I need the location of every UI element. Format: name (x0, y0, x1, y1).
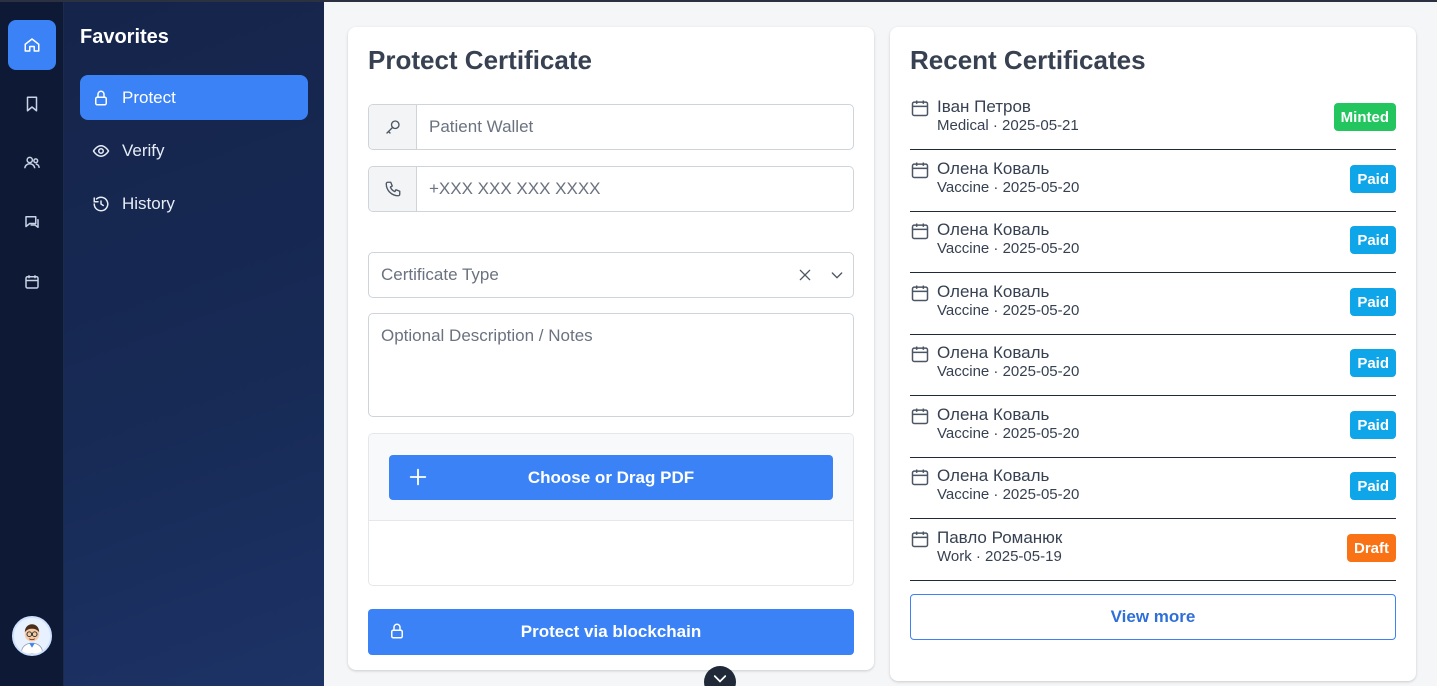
status-badge: Paid (1350, 349, 1396, 377)
calendar-icon (910, 406, 930, 426)
nav-item-protect[interactable]: Protect (80, 75, 308, 120)
patient-wallet-input[interactable] (417, 105, 853, 149)
notes-textarea[interactable] (368, 313, 854, 417)
status-badge: Paid (1350, 288, 1396, 316)
home-icon[interactable] (8, 20, 56, 70)
recent-card-title: Recent Certificates (910, 45, 1146, 75)
list-item[interactable]: Олена Коваль Vaccine · 2025-05-20 Paid (910, 273, 1396, 335)
status-badge: Paid (1350, 165, 1396, 193)
calendar-icon (910, 160, 930, 180)
calendar-icon (910, 283, 930, 303)
chat-icon[interactable] (8, 197, 56, 247)
protect-card-title: Protect Certificate (368, 45, 592, 75)
certificate-meta: Vaccine · 2025-05-20 (937, 425, 1080, 442)
certificate-name: Олена Коваль (937, 466, 1050, 485)
certificate-name: Олена Коваль (937, 343, 1050, 362)
list-item[interactable]: Іван Петров Medical · 2025-05-21 Minted (910, 88, 1396, 150)
certificate-meta: Medical · 2025-05-21 (937, 117, 1079, 134)
chevron-down-icon[interactable] (821, 253, 853, 297)
list-item[interactable]: Олена Коваль Vaccine · 2025-05-20 Paid (910, 457, 1396, 519)
plus-icon (407, 466, 429, 488)
list-item[interactable]: Олена Коваль Vaccine · 2025-05-20 Paid (910, 334, 1396, 396)
patient-wallet-field (368, 104, 854, 150)
protect-button-label: Protect via blockchain (520, 622, 702, 641)
recent-certificates-card: Recent Certificates Іван Петров Medical … (890, 27, 1416, 681)
list-item[interactable]: Павло Романюк Work · 2025-05-19 Draft (910, 519, 1396, 581)
choose-pdf-button[interactable]: Choose or Drag PDF (389, 455, 833, 500)
phone-icon (369, 167, 417, 211)
favorites-panel: Favorites Protect Verify History (64, 2, 324, 686)
list-item[interactable]: Олена Коваль Vaccine · 2025-05-20 Paid (910, 211, 1396, 273)
calendar-icon[interactable] (8, 257, 56, 307)
certificate-type-placeholder: Certificate Type (381, 265, 499, 284)
status-badge: Paid (1350, 226, 1396, 254)
status-badge: Minted (1333, 103, 1396, 131)
certificate-name: Олена Коваль (937, 220, 1050, 239)
status-badge: Draft (1346, 534, 1396, 562)
calendar-icon (910, 98, 930, 118)
certificate-meta: Vaccine · 2025-05-20 (937, 363, 1080, 380)
nav-item-history[interactable]: History (80, 181, 308, 226)
pdf-upload-area[interactable]: Choose or Drag PDF (368, 433, 854, 586)
choose-pdf-label: Choose or Drag PDF (527, 467, 695, 487)
certificate-type-select[interactable]: Certificate Type (368, 252, 854, 298)
calendar-icon (910, 344, 930, 364)
protect-via-blockchain-button[interactable]: Protect via blockchain (368, 609, 854, 655)
upload-header: Choose or Drag PDF (369, 434, 853, 521)
calendar-icon (910, 467, 930, 487)
bookmark-icon[interactable] (8, 79, 56, 129)
calendar-icon (910, 529, 930, 549)
eye-icon (92, 142, 110, 160)
status-badge: Paid (1350, 411, 1396, 439)
certificate-meta: Work · 2025-05-19 (937, 548, 1062, 565)
phone-input[interactable] (417, 167, 853, 211)
nav-item-label: Protect (122, 87, 176, 107)
calendar-icon (910, 221, 930, 241)
nav-item-label: Verify (122, 140, 165, 160)
certificate-meta: Vaccine · 2025-05-20 (937, 179, 1080, 196)
avatar[interactable] (12, 616, 52, 656)
certificate-name: Олена Коваль (937, 405, 1050, 424)
icon-rail (0, 2, 64, 686)
certificate-meta: Vaccine · 2025-05-20 (937, 302, 1080, 319)
clear-icon[interactable] (789, 253, 821, 297)
certificate-name: Олена Коваль (937, 159, 1050, 178)
certificate-name: Іван Петров (937, 97, 1031, 116)
certificate-meta: Vaccine · 2025-05-20 (937, 486, 1080, 503)
nav-item-verify[interactable]: Verify (80, 128, 308, 173)
lock-icon (388, 622, 406, 640)
list-item[interactable]: Олена Коваль Vaccine · 2025-05-20 Paid (910, 150, 1396, 212)
certificate-name: Олена Коваль (937, 282, 1050, 301)
history-icon (92, 195, 110, 213)
certificate-meta: Vaccine · 2025-05-20 (937, 240, 1080, 257)
favorites-title: Favorites (80, 26, 169, 48)
view-more-button[interactable]: View more (910, 594, 1396, 640)
protect-certificate-card: Protect Certificate Certificate Type (348, 27, 874, 670)
users-icon[interactable] (8, 138, 56, 188)
nav-item-label: History (122, 193, 175, 213)
phone-field (368, 166, 854, 212)
certificate-name: Павло Романюк (937, 528, 1063, 547)
status-badge: Paid (1350, 472, 1396, 500)
main-content: Protect Certificate Certificate Type (324, 2, 1437, 686)
list-item[interactable]: Олена Коваль Vaccine · 2025-05-20 Paid (910, 396, 1396, 458)
key-icon (369, 105, 417, 149)
lock-icon (92, 89, 110, 107)
